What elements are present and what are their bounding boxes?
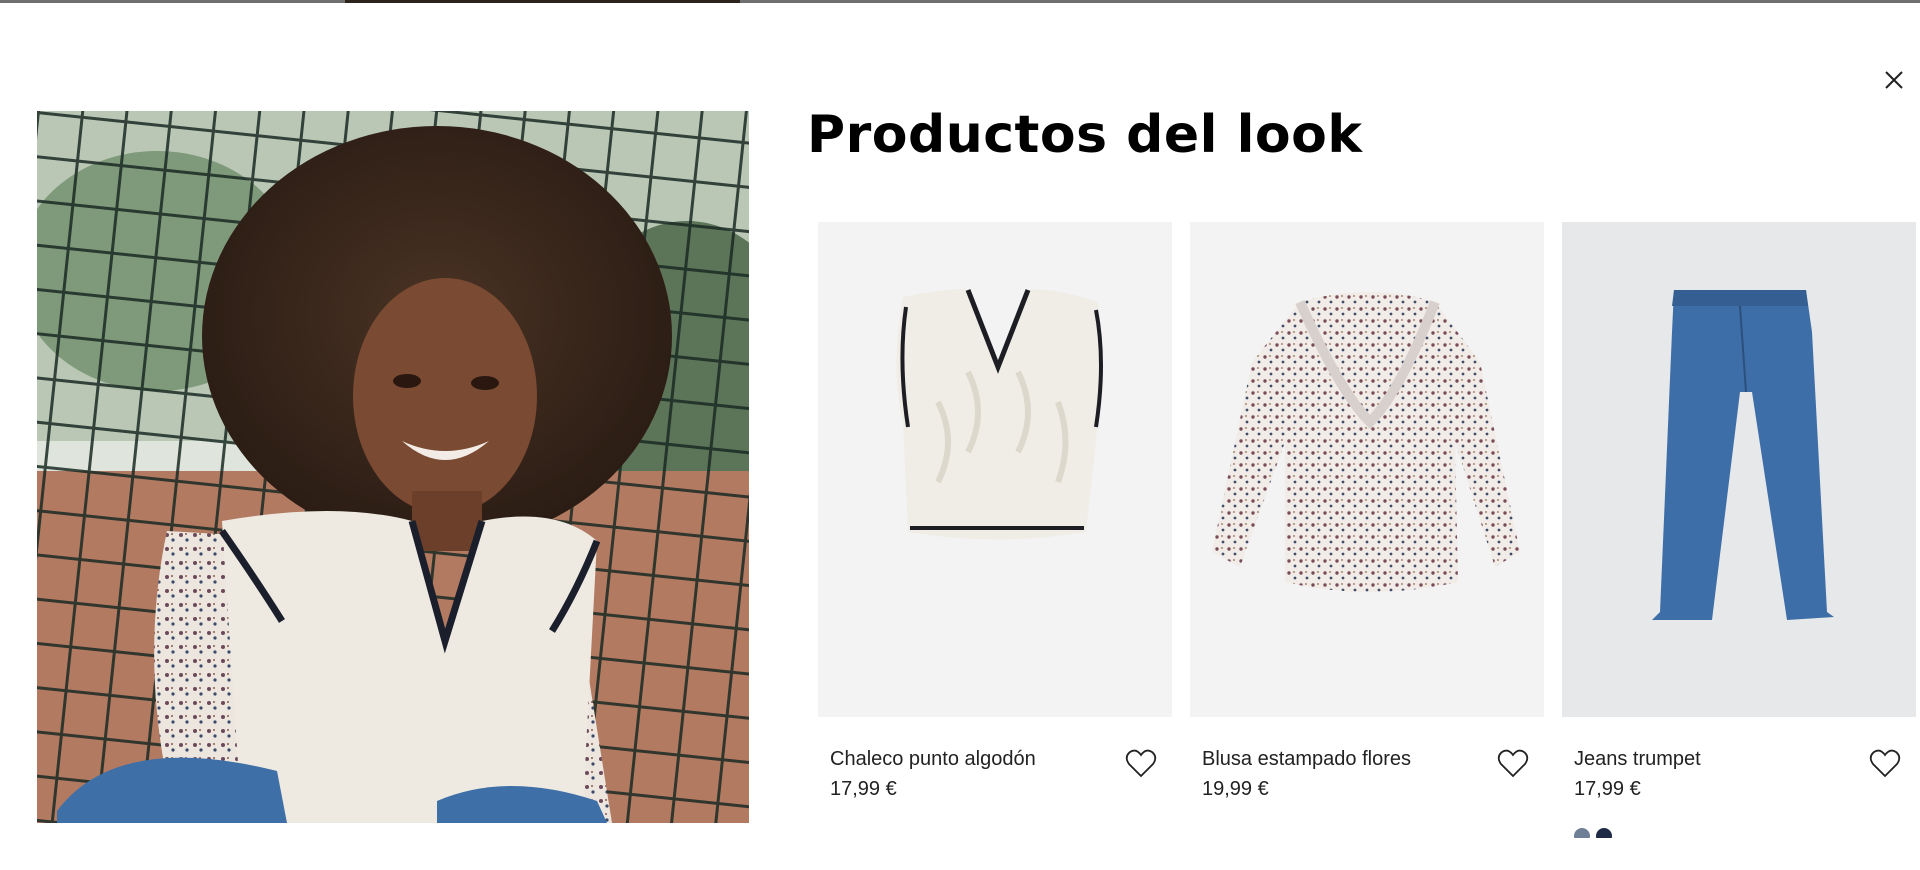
close-button[interactable]	[1880, 66, 1908, 94]
heart-outline-icon	[1869, 749, 1901, 778]
color-swatch[interactable]	[1574, 828, 1590, 838]
product-card[interactable]: Blusa estampado flores 19,99 €	[1190, 222, 1544, 800]
close-icon	[1885, 71, 1903, 89]
product-card[interactable]: Jeans trumpet 17,99 €	[1562, 222, 1916, 838]
product-name[interactable]: Chaleco punto algodón	[830, 748, 1036, 771]
product-price: 17,99 €	[1574, 778, 1641, 800]
product-image-jeans[interactable]	[1562, 222, 1916, 717]
product-image-vest[interactable]	[818, 222, 1172, 717]
heart-outline-icon	[1497, 749, 1529, 778]
color-swatch[interactable]	[1596, 828, 1612, 838]
favorite-button[interactable]	[1869, 748, 1901, 780]
product-name[interactable]: Blusa estampado flores	[1202, 748, 1411, 771]
look-photo	[37, 111, 749, 823]
product-card[interactable]: Chaleco punto algodón 17,99 €	[818, 222, 1172, 800]
product-price: 17,99 €	[830, 778, 897, 800]
favorite-button[interactable]	[1125, 748, 1157, 780]
product-price: 19,99 €	[1202, 778, 1269, 800]
top-border	[0, 0, 1920, 3]
look-products-title: Productos del look	[807, 105, 1363, 165]
top-border-accent	[345, 0, 740, 3]
product-name[interactable]: Jeans trumpet	[1574, 748, 1701, 771]
product-image-blouse[interactable]	[1190, 222, 1544, 717]
favorite-button[interactable]	[1497, 748, 1529, 780]
heart-outline-icon	[1125, 749, 1157, 778]
color-swatches	[1574, 824, 1634, 838]
